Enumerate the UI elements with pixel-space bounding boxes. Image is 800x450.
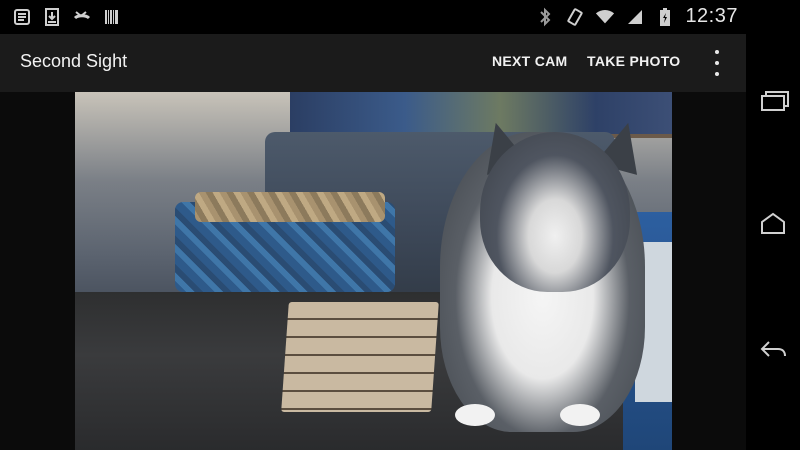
next-cam-button[interactable]: NEXT CAM xyxy=(492,53,568,69)
cat-head xyxy=(480,132,630,292)
status-bar-right: 12:37 xyxy=(535,5,738,28)
missed-call-icon xyxy=(72,6,92,28)
phone-screen: 12:37 Second Sight NEXT CAM TAKE PHOTO xyxy=(0,0,800,450)
status-bar: 12:37 xyxy=(0,0,746,34)
cat-paw-left xyxy=(455,404,495,426)
book-stack xyxy=(281,302,439,412)
back-icon[interactable] xyxy=(756,332,790,366)
take-photo-button[interactable]: TAKE PHOTO xyxy=(587,53,681,69)
signal-icon xyxy=(625,6,645,28)
battery-charging-icon xyxy=(655,6,675,28)
notification-list-icon xyxy=(12,6,32,28)
camera-preview[interactable] xyxy=(75,92,672,450)
action-bar: Second Sight NEXT CAM TAKE PHOTO xyxy=(0,34,746,92)
rotation-icon xyxy=(565,6,585,28)
home-icon[interactable] xyxy=(756,207,790,241)
overflow-dot xyxy=(715,50,719,54)
overflow-dot xyxy=(715,61,719,65)
cat-paw-right xyxy=(560,404,600,426)
overflow-menu-icon[interactable] xyxy=(708,50,726,76)
navigation-bar xyxy=(746,0,800,450)
blanket-top xyxy=(195,192,385,222)
barcode-icon xyxy=(102,6,122,28)
app-title: Second Sight xyxy=(20,51,128,71)
status-bar-time: 12:37 xyxy=(685,5,738,27)
status-bar-left xyxy=(12,6,122,28)
download-icon xyxy=(42,6,62,28)
recents-icon[interactable] xyxy=(756,84,790,118)
wifi-icon xyxy=(595,6,615,28)
overflow-dot xyxy=(715,72,719,76)
bluetooth-icon xyxy=(535,6,555,28)
